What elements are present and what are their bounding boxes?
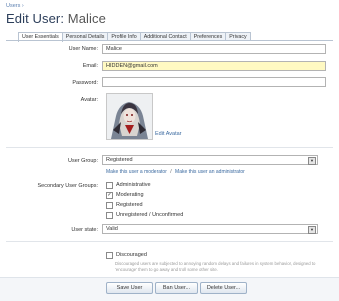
secondary-group-moderating[interactable]: ✓ Moderating [106, 191, 144, 199]
user-state-select[interactable]: Valid ▼ [102, 224, 318, 234]
discouraged-label: Discouraged [116, 252, 147, 258]
user-name-label: User Name: [68, 46, 98, 52]
user-name-input[interactable]: Malice [102, 44, 326, 54]
checkbox-label: Registered [116, 202, 143, 208]
checkbox[interactable]: ✓ [106, 191, 113, 199]
page-title: Edit User: Malice [6, 11, 106, 26]
breadcrumb[interactable]: Users › [6, 3, 24, 9]
link-separator: / [170, 169, 172, 175]
password-input[interactable] [102, 77, 326, 87]
section-divider [6, 147, 333, 148]
chevron-down-icon[interactable]: ▼ [308, 157, 316, 165]
user-group-label: User Group: [68, 158, 98, 164]
checkbox[interactable] [106, 211, 113, 219]
email-input[interactable]: HIDDEN@gmail.com [102, 61, 326, 71]
page-title-username: Malice [67, 11, 106, 26]
section-divider [6, 241, 333, 242]
moderator-links: Make this user a moderator / Make this u… [106, 169, 245, 175]
make-admin-link[interactable]: Make this user an administrator [175, 169, 245, 175]
edit-avatar-link[interactable]: Edit Avatar [155, 131, 182, 137]
secondary-group-unregistered[interactable]: Unregistered / Unconfirmed [106, 211, 183, 219]
delete-user-button[interactable]: Delete User... [200, 282, 247, 294]
checkbox[interactable] [106, 251, 113, 259]
checkbox-label: Moderating [116, 192, 144, 198]
make-moderator-link[interactable]: Make this user a moderator [106, 169, 167, 175]
checkbox-label: Administrative [116, 182, 151, 188]
secondary-group-administrative[interactable]: Administrative [106, 181, 151, 189]
page-title-prefix: Edit User: [6, 11, 65, 26]
save-user-button[interactable]: Save User [106, 282, 153, 294]
user-state-label: User state: [71, 227, 98, 233]
tab-panel-border [6, 40, 333, 41]
user-state-value: Valid [106, 226, 118, 232]
password-label: Password: [72, 80, 98, 86]
email-label: Email: [82, 63, 98, 69]
secondary-group-registered[interactable]: Registered [106, 201, 143, 209]
checkbox-label: Unregistered / Unconfirmed [116, 212, 184, 218]
ban-user-button[interactable]: Ban User... [155, 282, 198, 294]
user-group-select[interactable]: Registered ▼ [102, 155, 318, 165]
avatar-image[interactable] [106, 93, 153, 140]
user-group-value: Registered [106, 157, 133, 163]
checkbox[interactable] [106, 201, 113, 209]
chevron-down-icon[interactable]: ▼ [308, 226, 316, 234]
discouraged-explanation: Discouraged users are subjected to annoy… [115, 261, 316, 272]
avatar-label: Avatar: [80, 97, 98, 103]
discouraged-option[interactable]: Discouraged [106, 251, 147, 259]
secondary-groups-label: Secondary User Groups: [37, 183, 98, 189]
checkbox[interactable] [106, 181, 113, 189]
